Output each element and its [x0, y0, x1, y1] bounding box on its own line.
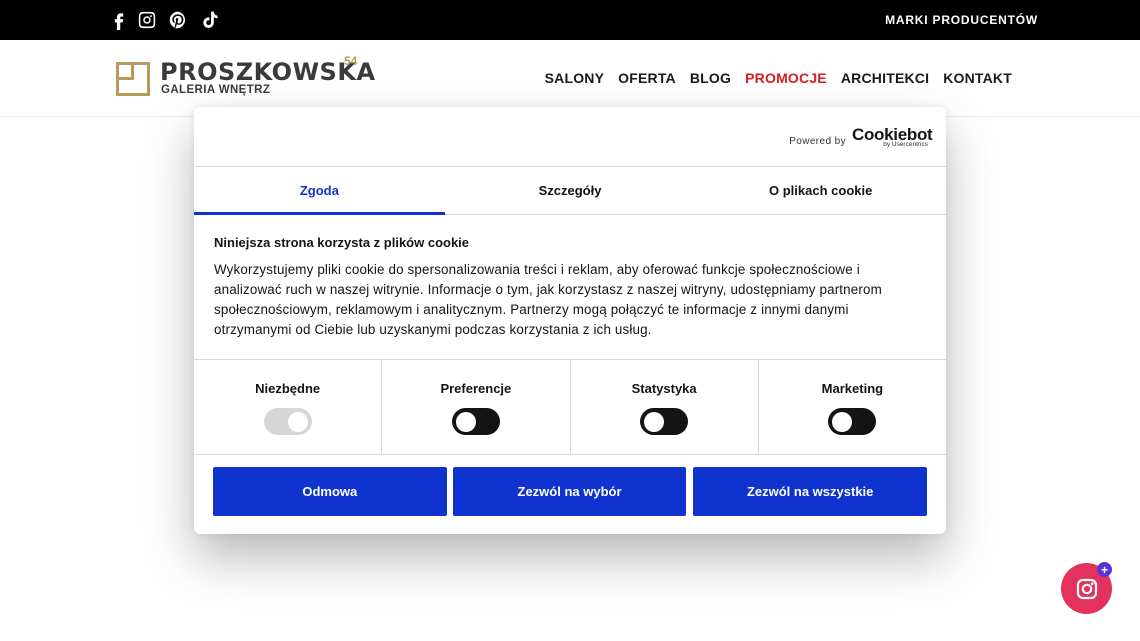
- logo-subtitle: GALERIA WNĘTRZ: [161, 84, 271, 96]
- brands-link[interactable]: MARKI PRODUCENTÓW: [885, 13, 1038, 27]
- consent-actions: Odmowa Zezwól na wybór Zezwól na wszystk…: [213, 467, 928, 516]
- logo-number: 54: [344, 54, 358, 68]
- toggle-knob: [455, 411, 476, 432]
- consent-text: Wykorzystujemy pliki cookie do spersonal…: [214, 262, 882, 337]
- toggle-knob: [832, 411, 853, 432]
- nav-item-oferta[interactable]: OFERTA: [618, 70, 676, 86]
- logo-mark-icon: [116, 62, 150, 96]
- consent-title: Niniejsza strona korzysta z plików cooki…: [214, 235, 470, 250]
- nav-item-architekci[interactable]: ARCHITEKCI: [841, 70, 929, 86]
- deny-button[interactable]: Odmowa: [213, 467, 447, 516]
- consent-tabs: Zgoda Szczegóły O plikach cookie: [194, 166, 946, 215]
- toggle-label-statystyka: Statystyka: [631, 381, 697, 396]
- toggle-preferencje[interactable]: [451, 408, 500, 435]
- pinterest-icon[interactable]: [167, 9, 189, 31]
- nav-item-salony[interactable]: SALONY: [545, 70, 605, 86]
- toggle-cell-statystyka: Statystyka: [571, 360, 759, 454]
- logo[interactable]: PROSZKOWSKA 54 GALERIA WNĘTRZ: [114, 54, 375, 104]
- cookiebot-sub: by Usercentrics: [883, 141, 928, 148]
- allow-all-button[interactable]: Zezwól na wszystkie: [693, 467, 928, 516]
- cookiebot-logo: Cookiebot by Usercentrics: [852, 125, 933, 149]
- toggle-cell-preferencje: Preferencje: [382, 360, 571, 454]
- tiktok-icon[interactable]: [199, 9, 221, 31]
- instagram-icon: [1076, 578, 1097, 599]
- main-nav: SALONY OFERTA BLOG PROMOCJE ARCHITEKCI K…: [545, 70, 1012, 86]
- toggle-statystyka[interactable]: [640, 408, 689, 435]
- nav-item-kontakt[interactable]: KONTAKT: [943, 70, 1012, 86]
- nav-item-blog[interactable]: BLOG: [690, 70, 731, 86]
- toggle-knob: [287, 411, 308, 432]
- toggle-label-preferencje: Preferencje: [440, 381, 512, 396]
- powered-by-cookiebot[interactable]: Powered by Cookiebot by Usercentrics: [789, 125, 933, 149]
- toggle-label-niezbedne: Niezbędne: [255, 381, 321, 396]
- tab-zgoda[interactable]: Zgoda: [194, 167, 445, 215]
- toggle-knob: [644, 411, 665, 432]
- toggle-cell-marketing: Marketing: [759, 360, 946, 454]
- toggle-marketing[interactable]: [828, 408, 877, 435]
- toggle-cell-niezbedne: Niezbędne: [194, 360, 383, 454]
- allow-selection-button[interactable]: Zezwól na wybór: [452, 467, 687, 516]
- cookie-consent-dialog: Powered by Cookiebot by Usercentrics Zgo…: [194, 107, 946, 534]
- top-bar: MARKI PRODUCENTÓW: [0, 0, 1140, 40]
- nav-item-promocje[interactable]: PROMOCJE: [745, 70, 827, 86]
- consent-toggles: Niezbędne Preferencje Statystyka Marketi…: [194, 359, 946, 455]
- consent-content: Niniejsza strona korzysta z plików cooki…: [214, 235, 926, 340]
- plus-badge-icon[interactable]: +: [1097, 562, 1112, 577]
- tab-szczegoly[interactable]: Szczegóły: [445, 167, 696, 214]
- site-header: PROSZKOWSKA 54 GALERIA WNĘTRZ SALONY OFE…: [0, 40, 1140, 117]
- tab-o-plikach-cookie[interactable]: O plikach cookie: [695, 167, 946, 214]
- toggle-label-marketing: Marketing: [821, 381, 884, 396]
- facebook-icon[interactable]: [108, 9, 130, 31]
- toggle-niezbedne: [263, 408, 312, 435]
- powered-by-label: Powered by: [789, 135, 846, 147]
- instagram-icon[interactable]: [136, 9, 158, 31]
